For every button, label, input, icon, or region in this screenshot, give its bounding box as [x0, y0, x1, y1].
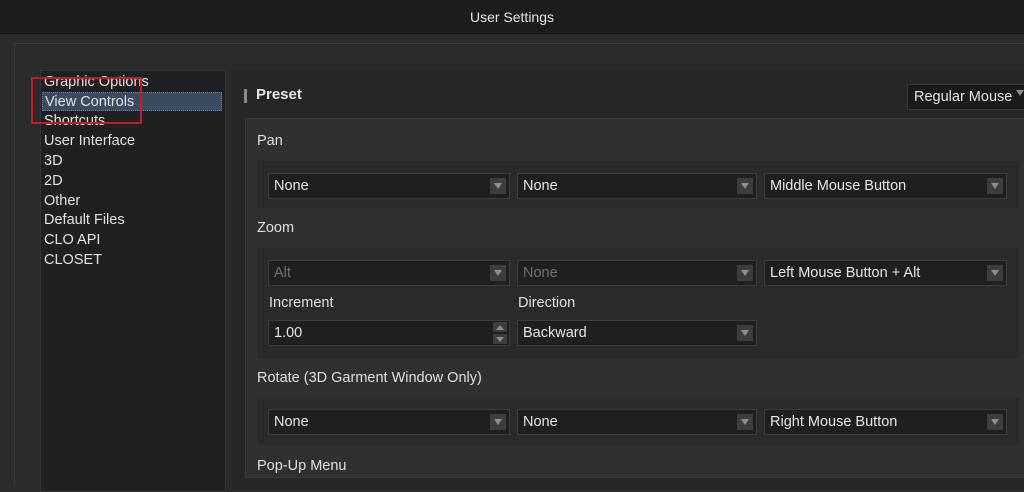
zoom-modifier-select[interactable]: Alt	[268, 260, 510, 286]
pan-key-select[interactable]: None	[517, 173, 757, 199]
chevron-down-icon[interactable]	[737, 265, 753, 281]
chevron-down-icon[interactable]	[737, 414, 753, 430]
sidebar-item-default-files[interactable]: Default Files	[43, 211, 125, 230]
direction-label: Direction	[518, 295, 576, 311]
chevron-down-icon[interactable]	[1016, 90, 1024, 96]
rotate-mouse-select[interactable]: Right Mouse Button	[764, 409, 1007, 435]
chevron-down-icon[interactable]	[490, 414, 506, 430]
preset-dropdown[interactable]: Regular Mouse	[907, 84, 1024, 110]
sidebar-item-2d[interactable]: 2D	[43, 172, 63, 191]
stepper-up-icon[interactable]	[493, 322, 507, 332]
section-marker	[244, 89, 247, 103]
pan-mouse-value: Middle Mouse Button	[770, 178, 907, 194]
pan-modifier-select[interactable]: None	[268, 173, 510, 199]
rotate-label: Rotate (3D Garment Window Only)	[257, 370, 482, 386]
rotate-modifier-select[interactable]: None	[268, 409, 510, 435]
pan-modifier-value: None	[274, 178, 309, 194]
sidebar-item-user-interface[interactable]: User Interface	[43, 132, 135, 151]
sidebar-item-closet[interactable]: CLOSET	[43, 251, 102, 270]
increment-label: Increment	[269, 295, 334, 311]
increment-stepper[interactable]: 1.00	[268, 320, 510, 346]
preset-value: Regular Mouse	[914, 89, 1013, 105]
sidebar-item-other[interactable]: Other	[43, 192, 80, 211]
rotate-key-select[interactable]: None	[517, 409, 757, 435]
preset-title: Preset	[256, 86, 302, 103]
sidebar-item-view-controls[interactable]: View Controls	[42, 92, 222, 111]
direction-select[interactable]: Backward	[517, 320, 757, 346]
sidebar-item-graphic-options[interactable]: Graphic Options	[43, 73, 149, 92]
direction-value: Backward	[523, 325, 587, 341]
zoom-modifier-value: Alt	[274, 265, 291, 281]
pan-key-value: None	[523, 178, 558, 194]
window-titlebar: User Settings	[0, 0, 1024, 34]
increment-value: 1.00	[274, 325, 303, 341]
window-title: User Settings	[469, 8, 555, 25]
rotate-modifier-value: None	[274, 414, 309, 430]
chevron-down-icon[interactable]	[490, 178, 506, 194]
popup-menu-label: Pop-Up Menu	[257, 458, 347, 474]
chevron-down-icon[interactable]	[737, 325, 753, 341]
chevron-down-icon[interactable]	[737, 178, 753, 194]
stepper-down-icon[interactable]	[493, 334, 507, 344]
rotate-mouse-value: Right Mouse Button	[770, 414, 898, 430]
rotate-key-value: None	[523, 414, 558, 430]
chevron-down-icon[interactable]	[987, 414, 1003, 430]
chevron-down-icon[interactable]	[987, 178, 1003, 194]
zoom-key-value: None	[523, 265, 558, 281]
settings-sidebar: Graphic Options View Controls Shortcuts …	[40, 70, 226, 492]
pan-mouse-select[interactable]: Middle Mouse Button	[764, 173, 1007, 199]
chevron-down-icon[interactable]	[490, 265, 506, 281]
sidebar-item-shortcuts[interactable]: Shortcuts	[43, 112, 105, 131]
zoom-mouse-select[interactable]: Left Mouse Button + Alt	[764, 260, 1007, 286]
sidebar-item-3d[interactable]: 3D	[43, 152, 63, 171]
zoom-key-select[interactable]: None	[517, 260, 757, 286]
zoom-mouse-value: Left Mouse Button + Alt	[770, 265, 921, 281]
sidebar-item-clo-api[interactable]: CLO API	[43, 231, 100, 250]
zoom-label: Zoom	[257, 220, 295, 236]
pan-label: Pan	[257, 133, 283, 149]
chevron-down-icon[interactable]	[987, 265, 1003, 281]
